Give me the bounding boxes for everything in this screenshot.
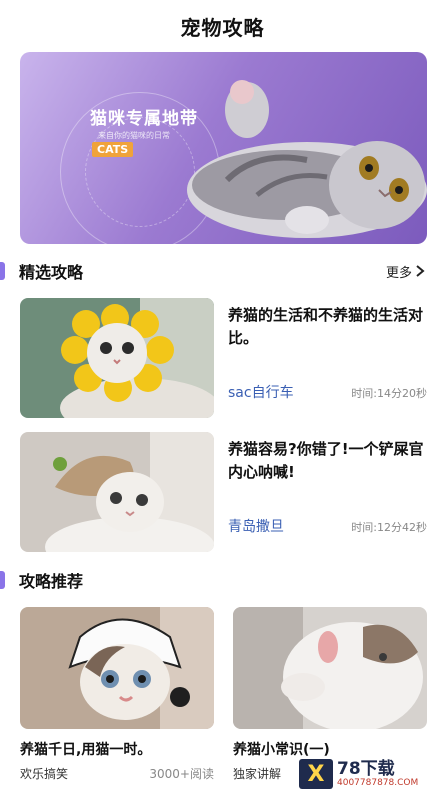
- page-title: 宠物攻略: [180, 15, 265, 40]
- banner-carousel[interactable]: 猫咪专属地带 来自你的猫咪的日常 CATS: [20, 52, 427, 244]
- featured-card-time: 时间:12分42秒: [351, 521, 427, 534]
- featured-card[interactable]: 养猫容易?你错了!一个铲屎官内心呐喊! 青岛撒旦 时间:12分42秒: [20, 432, 427, 552]
- section-accent-bar: [0, 262, 5, 280]
- watermark-brand: 78下载: [337, 759, 395, 779]
- recommend-card-title: 养猫千日,用猫一时。: [20, 742, 152, 758]
- more-label: 更多: [385, 265, 412, 281]
- recommend-card-tag: 欢乐搞笑: [20, 767, 69, 781]
- recommend-card-title: 养猫小常识(一): [233, 742, 330, 758]
- recommend-card-tag: 独家讲解: [233, 767, 282, 781]
- recommend-section-title: 攻略推荐: [19, 572, 84, 591]
- featured-card-title: 养猫容易?你错了!一个铲屎官内心呐喊!: [228, 440, 424, 481]
- featured-card-author[interactable]: sac自行车: [228, 382, 294, 402]
- recommend-card[interactable]: 养猫千日,用猫一时。 欢乐搞笑 3000+阅读: [20, 607, 214, 795]
- recommend-card-thumbnail: [20, 607, 214, 729]
- featured-card-author[interactable]: 青岛撒旦: [228, 516, 284, 536]
- banner-subtitle: 来自你的猫咪的日常: [98, 131, 170, 140]
- featured-card-title: 养猫的生活和不养猫的生活对比。: [228, 306, 424, 347]
- banner-badge: CATS: [92, 142, 134, 157]
- recommend-section-header: 攻略推荐: [0, 565, 445, 595]
- page: 宠物攻略 猫咪专属地带 来自你的猫咪的日常 CATS 精选攻略 更多 养猫的生活…: [0, 0, 445, 795]
- watermark-url: 4007787878.COM: [337, 778, 419, 788]
- featured-section-header: 精选攻略 更多: [0, 256, 445, 286]
- site-watermark: X 78下载 4007787878.COM: [299, 757, 441, 791]
- top-bar: 宠物攻略: [0, 0, 445, 52]
- featured-card-time: 时间:14分20秒: [351, 387, 427, 400]
- recommend-card-meta: 欢乐搞笑 3000+阅读: [20, 765, 214, 782]
- watermark-logo: X: [299, 759, 333, 789]
- featured-card-thumbnail: [20, 432, 214, 552]
- more-link[interactable]: 更多: [386, 262, 425, 281]
- featured-card[interactable]: 养猫的生活和不养猫的生活对比。 sac自行车 时间:14分20秒: [20, 298, 427, 418]
- recommend-card-thumbnail: [233, 607, 427, 729]
- banner-cat-image: [187, 80, 427, 238]
- section-accent-bar: [0, 571, 5, 589]
- banner-title: 猫咪专属地带: [90, 109, 198, 129]
- chevron-right-icon: [416, 265, 425, 277]
- watermark-text: 78下载 4007787878.COM: [337, 760, 418, 788]
- featured-card-thumbnail: [20, 298, 214, 418]
- recommend-card-reads: 3000+阅读: [149, 767, 214, 781]
- featured-section-title: 精选攻略: [19, 263, 84, 282]
